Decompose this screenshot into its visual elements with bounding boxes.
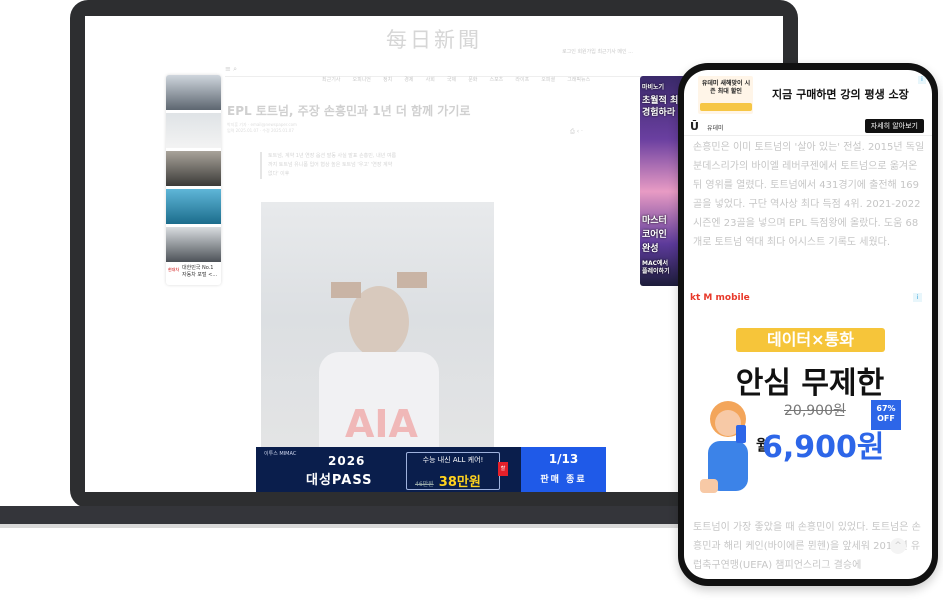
phone-screen: 유데미 새해맞이 시즌 최대 할인 지금 구매하면 강의 평생 소장 i Ū 유… [684,70,932,579]
share-icons[interactable]: ⎙ ‹ · [570,128,583,136]
left-ad-caption: 대한민국 No.1 자동차 포털 <... [182,265,217,279]
car-thumbnail[interactable] [166,151,221,187]
banner-date: 1/13 [548,452,579,466]
article-summary: 토트넘, 계약 1년 연장 옵션 발동 사실 발표 손흥민, 내년 여름까지 토… [260,152,398,179]
person-icon [700,401,748,493]
udemy-logo-icon: Ū [690,120,699,133]
site-masthead[interactable]: 每日新聞 [85,24,783,54]
phone-ad-brand-row: Ū 유데미 자세히 알아보기 [684,119,932,136]
bottom-banner-ad[interactable]: 이투스 MIMAC 2026 대성PASS 수능 내신 ALL 케어! 46만원… [256,447,606,492]
right-ad-line: MAC에서 [642,260,669,267]
article-title: EPL 토트넘, 주장 손흥민과 1년 더 함께 가기로 [227,104,471,118]
left-ad-line-1: 대한민국 No.1 [182,265,214,271]
nav-item[interactable]: 최근기사 [322,76,340,83]
banner-brand: 이투스 MIMAC [264,451,297,457]
nav-item[interactable]: 국제 [447,76,456,83]
menu-search-icons[interactable]: ≡ ⌕ [225,65,237,74]
car-thumbnail[interactable] [166,75,221,111]
banner-new-price: 38만원 [438,475,481,490]
nav-item[interactable]: 경제 [404,76,413,83]
banner-price-box: 수능 내신 ALL 케어! 46만원 38만원 [406,452,500,490]
phone-top-ad-image[interactable]: 유데미 새해맞이 시즌 최대 할인 [698,76,753,114]
ad-info-icon[interactable]: i [913,293,922,302]
article-byline: 박지훈 기자 · email@newspaper.com 입력 2025.01.… [227,122,297,134]
car-thumbnail[interactable] [166,113,221,149]
nav-item[interactable]: 스포츠 [489,76,503,83]
kt-mobile-logo: kt M mobile [690,293,750,303]
right-ad-line: 완성 [642,244,659,254]
car-thumbnail[interactable] [166,227,221,263]
kt-ad-person-illustration [696,395,760,495]
banner-end-text: 판매 종료 [540,475,587,485]
svg-text:AIA: AIA [345,402,419,446]
nav-item[interactable]: 오피셜 [541,76,555,83]
phone-ad-brand: 유데미 [707,125,724,132]
byline-date: 입력 2025.01.07 · 수정 2025.01.07 [227,128,294,133]
nav-item[interactable]: 사회 [426,76,435,83]
phone-ad-box-label: 유데미 새해맞이 시즌 최대 할인 [701,80,751,95]
learn-more-button[interactable]: 자세히 알아보기 [864,119,924,133]
nav-item[interactable]: 그래픽뉴스 [567,76,590,83]
ad-info-icon[interactable]: i [918,76,926,84]
nav-item[interactable]: 오피니언 [353,76,371,83]
kt-ad-new-price: 6,900원 [762,430,885,465]
left-car-ad[interactable]: 현대차 대한민국 No.1 자동차 포털 <... [166,75,221,285]
car-thumbnail[interactable] [166,189,221,225]
nav-item[interactable]: 정치 [383,76,392,83]
main-navbar: ≡ ⌕ 최근기사 오피니언 정치 경제 사회 국제 문화 스포츠 라이프 오피셜… [225,62,755,83]
top-utility-links[interactable]: 로그인 회원가입 최근기사 메인 ... [562,48,633,55]
banner-year: 2026 [328,454,366,468]
scroll-up-icon[interactable]: ^ [890,538,906,554]
banner-discount-badge: 할 [498,462,508,476]
nav-item[interactable]: 문화 [468,76,477,83]
banner-date-panel: 1/13 판매 종료 [521,447,606,492]
phone-ad-headline[interactable]: 지금 구매하면 강의 평생 소장 [772,86,909,102]
banner-old-price: 46만원 [415,481,434,488]
kt-ad-pill[interactable]: 데이터×통화 [736,328,885,352]
banner-prices: 46만원 38만원 [415,471,481,490]
left-ad-logo: 현대차 [168,267,180,272]
phone-ad-box-logo [700,103,752,111]
right-ad-line: 마비노기 [642,84,665,91]
right-ad-line: 마스터 [642,216,667,226]
kt-ad-old-price: 20,900원 [784,403,846,419]
right-ad-line: 코어인 [642,230,667,240]
banner-headline: 수능 내신 ALL 케어! [422,456,484,464]
banner-pass: 대성PASS [306,473,373,488]
left-ad-line-2: 자동차 포털 <... [182,272,218,278]
nav-list: 최근기사 오피니언 정치 경제 사회 국제 문화 스포츠 라이프 오피셜 그래픽… [322,66,597,85]
article-paragraph: 손흥민은 이미 토트넘의 '살아 있는' 전설. 2015년 독일 분데스리가의… [693,142,925,248]
right-ad-line: 경험하라 [642,108,676,118]
right-ad-line: 플레이하기 [642,268,670,275]
right-ad-line: 초월적 최 [642,96,679,106]
nav-item[interactable]: 라이프 [515,76,529,83]
